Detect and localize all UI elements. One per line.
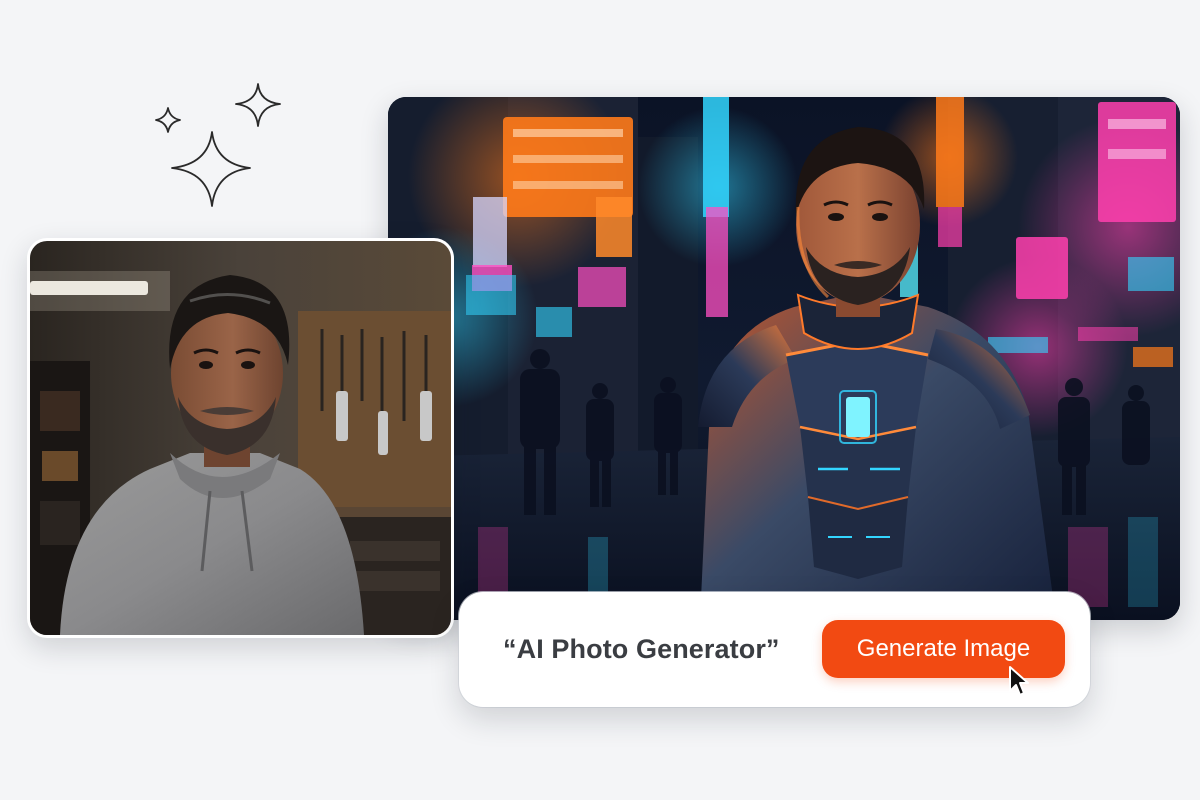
prompt-text: “AI Photo Generator” [503,634,780,664]
original-photo-card [27,238,454,638]
sparkles-icon [150,80,290,210]
mouse-pointer-icon [1007,665,1033,699]
prompt-bar: “AI Photo Generator” Generate Image [459,592,1090,707]
generated-image [388,97,1180,620]
original-photo [30,241,451,635]
